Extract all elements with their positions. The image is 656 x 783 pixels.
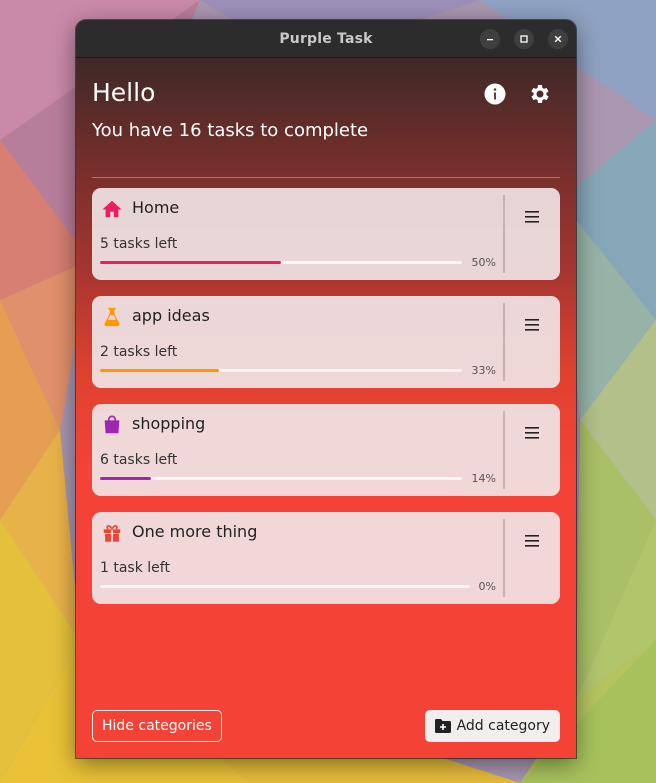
main-content: Hello You have 16 tasks to complete Home… (76, 58, 576, 758)
info-button[interactable] (483, 82, 507, 106)
app-window: Purple Task Hello You have 16 tasks to c… (76, 20, 576, 758)
category-card-app-ideas[interactable]: app ideas 2 tasks left 33% (92, 296, 560, 388)
menu-icon (525, 427, 539, 439)
category-name: Home (132, 198, 180, 217)
progress-bar (100, 585, 470, 588)
shopping-bag-icon (100, 413, 124, 437)
category-card-one-more-thing[interactable]: One more thing 1 task left 0% (92, 512, 560, 604)
category-name: One more thing (132, 522, 258, 541)
window-title: Purple Task (279, 30, 373, 47)
hide-categories-button[interactable]: Hide categories (92, 710, 222, 742)
progress-fill (100, 369, 220, 372)
category-name: shopping (132, 414, 206, 433)
gift-icon (100, 521, 124, 545)
maximize-button[interactable] (514, 29, 534, 49)
progress-percent: 0% (478, 580, 496, 593)
close-button[interactable] (548, 29, 568, 49)
maximize-icon (520, 35, 528, 43)
progress-bar (100, 369, 462, 372)
progress-bar (100, 261, 462, 264)
tasks-left: 5 tasks left (100, 236, 178, 252)
add-category-button[interactable]: Add category (424, 710, 560, 742)
tasks-left: 1 task left (100, 560, 170, 576)
category-card-shopping[interactable]: shopping 6 tasks left 14% (92, 404, 560, 496)
card-separator (503, 519, 505, 597)
menu-icon (525, 211, 539, 223)
progress-fill (100, 477, 151, 480)
card-separator (503, 411, 505, 489)
add-category-label: Add category (456, 718, 550, 734)
menu-icon (525, 535, 539, 547)
tasks-left: 2 tasks left (100, 344, 178, 360)
tasks-summary: You have 16 tasks to complete (92, 120, 369, 141)
settings-button[interactable] (528, 82, 552, 106)
greeting: Hello (92, 78, 156, 107)
card-separator (503, 303, 505, 381)
progress-percent: 50% (471, 256, 496, 269)
progress-bar (100, 477, 462, 480)
category-menu-button[interactable] (518, 204, 546, 230)
category-card-home[interactable]: Home 5 tasks left 50% (92, 188, 560, 280)
close-icon (554, 35, 562, 43)
minimize-button[interactable] (480, 29, 500, 49)
category-menu-button[interactable] (518, 312, 546, 338)
progress-percent: 14% (471, 472, 496, 485)
home-icon (100, 197, 124, 221)
info-icon (484, 83, 506, 105)
flask-icon (100, 305, 124, 329)
menu-icon (525, 319, 539, 331)
category-name: app ideas (132, 306, 210, 325)
minimize-icon (487, 39, 493, 41)
progress-fill (100, 261, 281, 264)
category-menu-button[interactable] (518, 420, 546, 446)
card-separator (503, 195, 505, 273)
header-divider (92, 177, 560, 178)
tasks-left: 6 tasks left (100, 452, 178, 468)
progress-percent: 33% (471, 364, 496, 377)
category-menu-button[interactable] (518, 528, 546, 554)
folder-add-icon (434, 719, 451, 733)
gear-icon (531, 85, 549, 103)
titlebar[interactable]: Purple Task (76, 20, 576, 58)
